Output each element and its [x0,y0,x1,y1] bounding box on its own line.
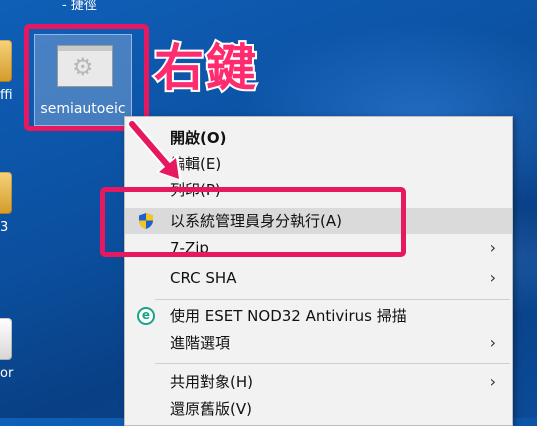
menu-item-label: CRC SHA [170,269,237,287]
menu-item-share-with[interactable]: 共用對象(H) › [125,369,512,395]
menu-item-advanced[interactable]: 進階選項 › [125,330,512,356]
document-icon [0,318,12,360]
submenu-arrow-icon: › [489,238,496,257]
pointer-arrow-icon [127,120,182,182]
menu-item-crc-sha[interactable]: CRC SHA › [125,265,512,291]
desktop-top-label: - 捷徑 [62,0,97,13]
annotation-callout: 右鍵 [152,37,258,99]
desktop-icon-label: 3 [0,220,9,235]
eset-icon: e [137,307,155,325]
menu-item-label: 進階選項 [170,334,231,352]
menu-separator [155,363,510,364]
folder-icon [0,172,12,214]
submenu-arrow-icon: › [489,372,496,391]
submenu-arrow-icon: › [489,268,496,287]
desktop-icon-partial[interactable]: 3 [0,172,16,235]
menu-item-label: 共用對象(H) [170,373,253,391]
desktop-icon-label: or [0,366,14,381]
folder-icon [0,40,12,82]
desktop-icon-partial[interactable]: ffi [0,40,16,103]
desktop: - 捷徑 ffi 3 or ⚙ semiautoeic 右鍵 開啟(O) 編輯(… [0,0,537,426]
menu-item-label: 還原舊版(V) [170,400,252,418]
menu-separator [155,299,510,300]
desktop-icon-label: ffi [0,88,13,103]
highlight-frame-menu-item [100,187,406,257]
menu-item-restore-previous[interactable]: 還原舊版(V) [125,396,512,422]
desktop-icon-partial[interactable]: or [0,318,16,381]
highlight-frame-icon [24,24,149,131]
menu-item-label: 使用 ESET NOD32 Antivirus 掃描 [170,307,407,325]
submenu-arrow-icon: › [489,333,496,352]
menu-item-eset-scan[interactable]: e 使用 ESET NOD32 Antivirus 掃描 [125,303,512,329]
